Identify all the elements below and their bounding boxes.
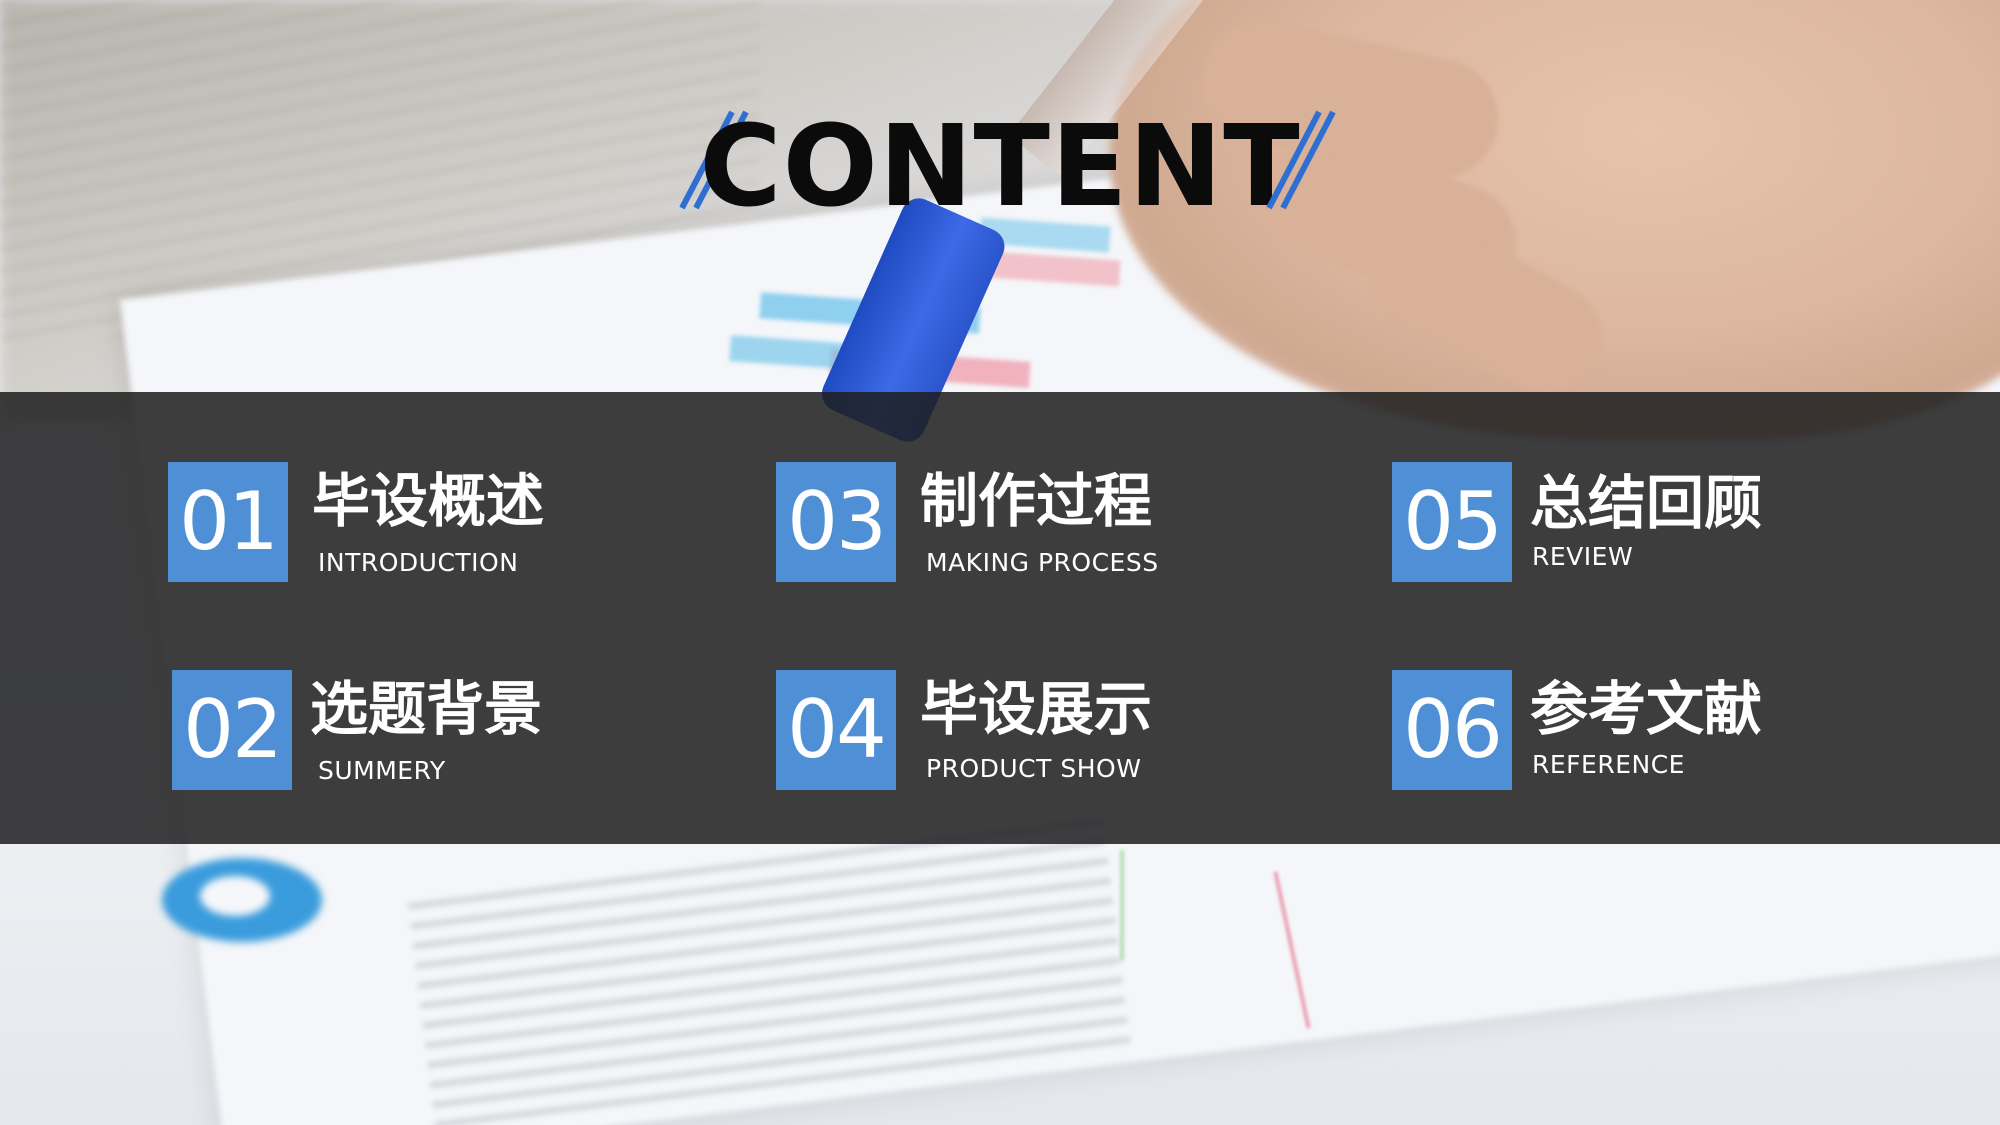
slide: CONTENT 01 毕设概述 INTRODUCTION 02 选题背景 SUM…	[0, 0, 2000, 1125]
item-title-en: REVIEW	[1532, 542, 1634, 571]
title-slash-right-icon	[1266, 110, 1336, 210]
item-number-badge: 05	[1392, 462, 1512, 582]
blurred-logo	[162, 858, 322, 942]
item-title-en: PRODUCT SHOW	[926, 754, 1142, 783]
item-title-en: INTRODUCTION	[318, 548, 519, 577]
item-title-en: REFERENCE	[1532, 750, 1685, 779]
item-title-en: SUMMERY	[318, 756, 446, 785]
item-title-en: MAKING PROCESS	[926, 548, 1159, 577]
page-title: CONTENT	[699, 102, 1301, 232]
item-title-cn: 总结回顾	[1530, 469, 1763, 537]
item-number-badge: 04	[776, 670, 896, 790]
item-number-badge: 02	[172, 670, 292, 790]
item-title-cn: 选题背景	[310, 675, 543, 743]
item-number-badge: 06	[1392, 670, 1512, 790]
item-title-cn: 毕设概述	[312, 467, 545, 535]
item-title-cn: 制作过程	[920, 467, 1153, 535]
item-number-badge: 03	[776, 462, 896, 582]
item-title-cn: 毕设展示	[920, 675, 1153, 743]
chart-line-green	[1120, 850, 1124, 960]
item-number-badge: 01	[168, 462, 288, 582]
item-title-cn: 参考文献	[1530, 675, 1763, 743]
